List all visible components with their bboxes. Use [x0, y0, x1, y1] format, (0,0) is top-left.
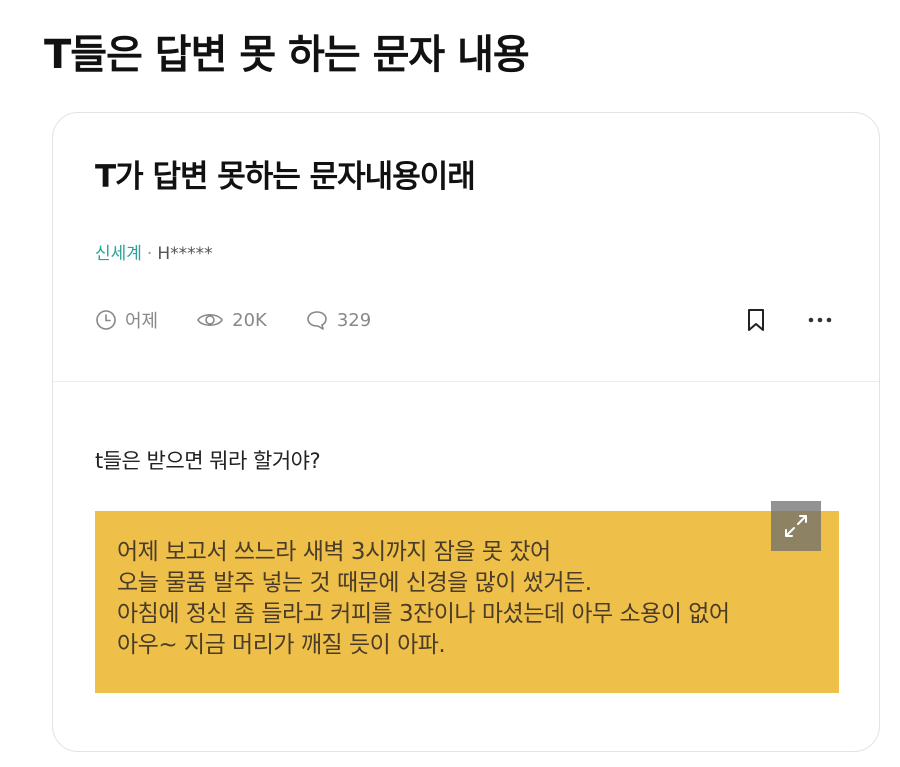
more-icon: [808, 317, 832, 323]
clock-icon: [96, 310, 116, 330]
post-meta: 신세계 · H*****: [95, 239, 213, 264]
views-count: 20K: [232, 309, 267, 331]
image-text-line: 어제 보고서 쓰느라 새벽 3시까지 잠을 못 잤어: [117, 539, 551, 565]
expand-icon: [785, 515, 807, 537]
eye-icon: [197, 313, 224, 327]
board-link[interactable]: 신세계: [95, 244, 142, 264]
comments-count: 329: [336, 309, 372, 331]
time-label: 어제: [125, 311, 159, 332]
post-title[interactable]: T가 답변 못하는 문자내용이래: [95, 151, 476, 196]
post-stats: 어제 20K 329: [95, 305, 409, 335]
page-title: T들은 답변 못 하는 문자 내용: [44, 32, 530, 78]
comment-icon: [307, 311, 327, 330]
image-text-line: 오늘 물품 발주 넣는 것 때문에 신경을 많이 썼거든.: [117, 570, 592, 596]
image-text-line: 아우~ 지금 머리가 깨질 듯이 아파.: [117, 632, 446, 658]
expand-button[interactable]: [771, 501, 821, 551]
comments-stat[interactable]: 329: [305, 309, 371, 331]
image-text-line: 아침에 정신 좀 들라고 커피를 3잔이나 마셨는데 아무 소용이 없어: [117, 601, 730, 627]
views-stat: 20K: [196, 310, 267, 331]
time-stat: 어제: [95, 307, 158, 333]
meta-separator: ·: [146, 244, 153, 264]
divider: [53, 381, 879, 382]
post-actions: [745, 307, 833, 333]
author-name[interactable]: H*****: [157, 244, 212, 264]
message-image[interactable]: 어제 보고서 쓰느라 새벽 3시까지 잠을 못 잤어 오늘 물품 발주 넣는 것…: [95, 501, 839, 693]
bookmark-button[interactable]: [745, 307, 767, 333]
more-button[interactable]: [807, 316, 833, 324]
bookmark-icon: [748, 309, 764, 331]
post-body: t들은 받으면 뭐라 할거야?: [95, 449, 321, 473]
post-card[interactable]: T가 답변 못하는 문자내용이래 신세계·H***** 어제 20K 329: [52, 112, 880, 752]
